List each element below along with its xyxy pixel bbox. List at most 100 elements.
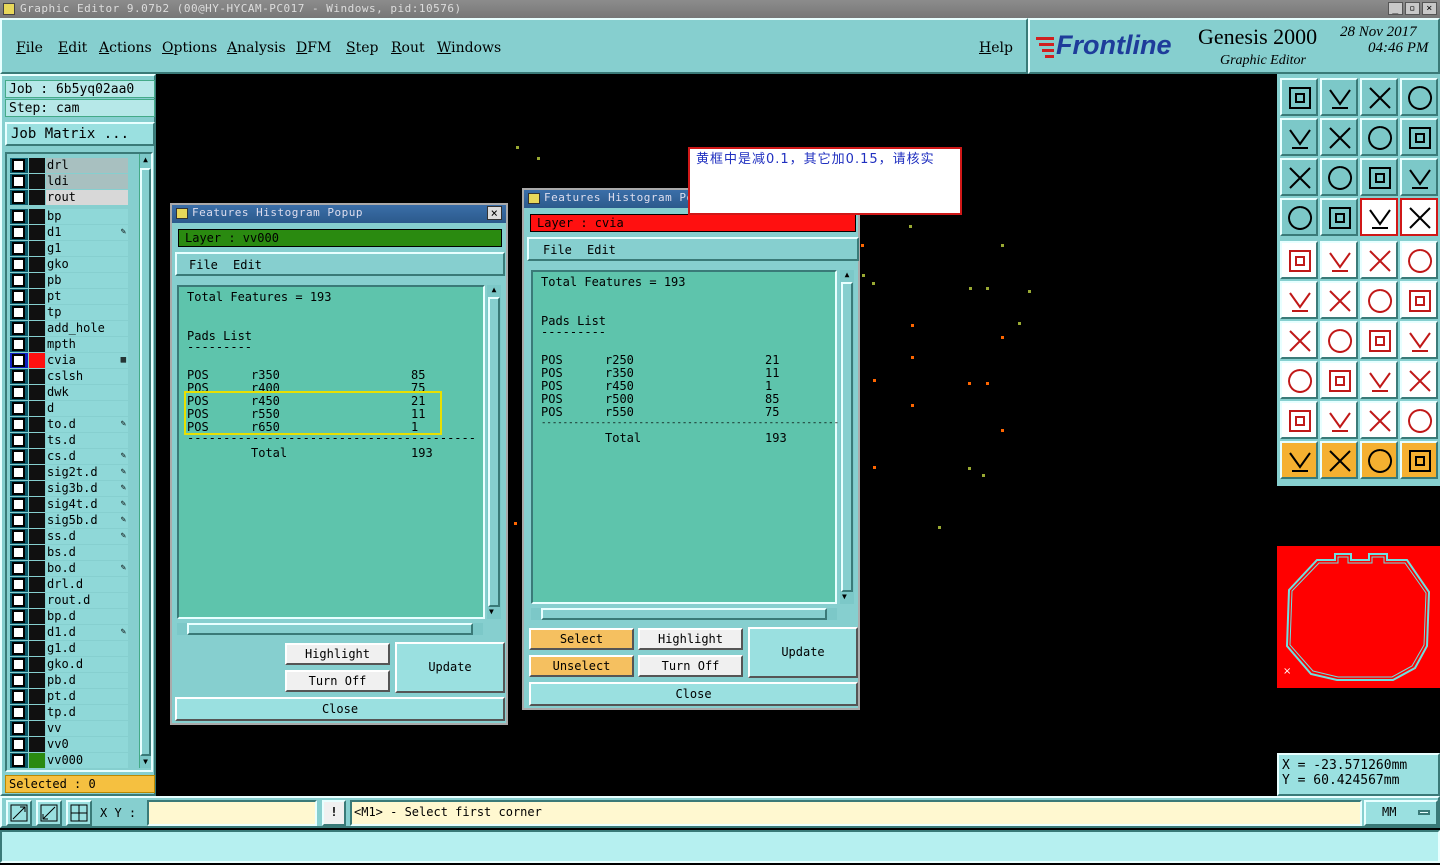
board-thumbnail[interactable]: × [1277, 546, 1440, 688]
layer-checkbox[interactable] [10, 753, 28, 768]
layer-row-bo.d[interactable]: bo.d ✎ [10, 561, 128, 576]
select-pointer-icon[interactable] [1320, 441, 1358, 479]
layer-row-g1.d[interactable]: g1.d [10, 641, 128, 656]
layer-name[interactable]: sig3b.d ✎ [46, 481, 128, 496]
layer-color-swatch[interactable] [29, 174, 45, 189]
popup1-menu-file[interactable]: File [189, 258, 218, 272]
layer-checkbox[interactable] [10, 529, 28, 544]
pad-icon[interactable] [1280, 241, 1318, 279]
layer-name[interactable]: tp.d [46, 705, 128, 720]
layer-row-cs.d[interactable]: cs.d ✎ [10, 449, 128, 464]
layer-row-to.d[interactable]: to.d ✎ [10, 417, 128, 432]
layer-color-swatch[interactable] [29, 433, 45, 448]
layer-color-swatch[interactable] [29, 257, 45, 272]
layer-checkbox[interactable] [10, 305, 28, 320]
layer-name[interactable]: cslsh [46, 369, 128, 384]
layer-checkbox[interactable] [10, 273, 28, 288]
sort-icon[interactable] [1400, 118, 1438, 156]
layer-color-swatch[interactable] [29, 529, 45, 544]
layer-row-vv000[interactable]: vv000 [10, 753, 128, 768]
layer-color-swatch[interactable] [29, 337, 45, 352]
layer-row-tp[interactable]: tp [10, 305, 128, 320]
scroll-down-icon[interactable]: ▼ [140, 756, 151, 768]
layer-row-rout.d[interactable]: rout.d [10, 593, 128, 608]
layer-name[interactable]: sig4t.d ✎ [46, 497, 128, 512]
popup1-vscroll[interactable]: ▲ ▼ [487, 285, 501, 619]
line-arrow-icon[interactable] [1360, 281, 1398, 319]
layer-name[interactable]: pb.d [46, 673, 128, 688]
layer-color-swatch[interactable] [29, 209, 45, 224]
layer-checkbox[interactable] [10, 609, 28, 624]
mirror-icon[interactable] [1400, 321, 1438, 359]
layer-color-swatch[interactable] [29, 481, 45, 496]
layer-name[interactable]: ldi [46, 174, 128, 189]
measure-tool-icon[interactable] [1280, 198, 1318, 236]
ruler-icon[interactable] [1360, 241, 1398, 279]
layer-row-bp.d[interactable]: bp.d [10, 609, 128, 624]
cross-icon[interactable] [1320, 281, 1358, 319]
layer-color-swatch[interactable] [29, 289, 45, 304]
layer-color-swatch[interactable] [29, 497, 45, 512]
zoom-fit-icon[interactable] [1280, 158, 1318, 196]
route-icon[interactable] [1400, 441, 1438, 479]
node-icon[interactable] [1280, 361, 1318, 399]
window-icon[interactable] [1400, 78, 1438, 116]
layer-name[interactable]: sig2t.d ✎ [46, 465, 128, 480]
layer-name[interactable]: d1 ✎ [46, 225, 128, 240]
popup2-select-button[interactable]: Select [529, 628, 634, 650]
layer-name[interactable]: bp.d [46, 609, 128, 624]
layer-name[interactable]: g1 [46, 241, 128, 256]
scale-icon[interactable] [1360, 158, 1398, 196]
angle-icon[interactable] [1280, 321, 1318, 359]
scroll-up-icon[interactable]: ▲ [140, 154, 151, 166]
layer-color-swatch[interactable] [29, 625, 45, 640]
layer-checkbox[interactable] [10, 190, 28, 205]
layer-checkbox[interactable] [10, 174, 28, 189]
layer-color-swatch[interactable] [29, 513, 45, 528]
circle-fill-icon[interactable] [1400, 241, 1438, 279]
layer-checkbox[interactable] [10, 497, 28, 512]
layer-row-sig2t.d[interactable]: sig2t.d ✎ [10, 465, 128, 480]
layer-checkbox[interactable] [10, 369, 28, 384]
layer-checkbox[interactable] [10, 241, 28, 256]
layer-color-swatch[interactable] [29, 689, 45, 704]
layer-name[interactable]: drl.d [46, 577, 128, 592]
layer-name[interactable]: d1.d ✎ [46, 625, 128, 640]
layer-row-ss.d[interactable]: ss.d ✎ [10, 529, 128, 544]
layer-checkbox[interactable] [10, 209, 28, 224]
line-icon[interactable] [1320, 361, 1358, 399]
layer-color-swatch[interactable] [29, 449, 45, 464]
layer-row-g1[interactable]: g1 [10, 241, 128, 256]
popup1-menu-edit[interactable]: Edit [233, 258, 262, 272]
layer-row-cvia[interactable]: cvia ▦ [10, 353, 128, 368]
layer-name[interactable]: ss.d ✎ [46, 529, 128, 544]
pan-icon[interactable] [1320, 158, 1358, 196]
layer-row-vv[interactable]: vv [10, 721, 128, 736]
layer-checkbox[interactable] [10, 481, 28, 496]
layer-color-swatch[interactable] [29, 353, 45, 368]
layer-name[interactable]: cvia ▦ [46, 353, 128, 368]
layer-color-swatch[interactable] [29, 465, 45, 480]
rotate-arc-icon[interactable] [1360, 321, 1398, 359]
layer-checkbox[interactable] [10, 561, 28, 576]
popup1-hscroll[interactable] [177, 623, 483, 635]
layer-row-sig5b.d[interactable]: sig5b.d ✎ [10, 513, 128, 528]
layer-color-swatch[interactable] [29, 561, 45, 576]
popup2-menu-edit[interactable]: Edit [587, 243, 616, 257]
layer-row-pb.d[interactable]: pb.d [10, 673, 128, 688]
layer-checkbox[interactable] [10, 545, 28, 560]
layer-checkbox[interactable] [10, 353, 28, 368]
layer-color-swatch[interactable] [29, 190, 45, 205]
layer-row-pb[interactable]: pb [10, 273, 128, 288]
layer-row-d1[interactable]: d1 ✎ [10, 225, 128, 240]
layer-row-gko[interactable]: gko [10, 257, 128, 272]
layer-color-swatch[interactable] [29, 225, 45, 240]
zoom-fit-icon[interactable] [6, 800, 32, 826]
menu-help[interactable]: Help [979, 40, 1013, 56]
menu-dfm[interactable]: DFM [296, 40, 331, 56]
layer-checkbox[interactable] [10, 385, 28, 400]
layer-list-scrollbar[interactable]: ▲ ▼ [139, 154, 151, 768]
layer-name[interactable]: rout [46, 190, 128, 205]
menu-step[interactable]: Step [346, 40, 378, 56]
menu-analysis[interactable]: Analysis [227, 40, 286, 56]
